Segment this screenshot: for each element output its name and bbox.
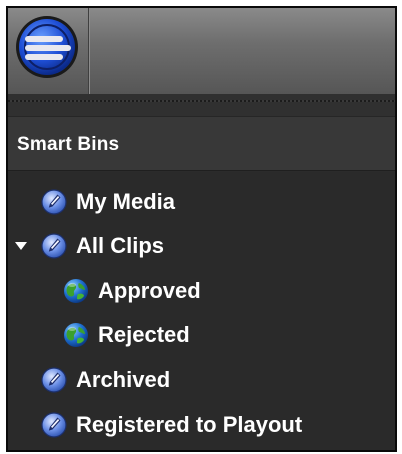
smart-bin-icon xyxy=(41,233,67,259)
globe-icon xyxy=(64,323,88,347)
divider-grip[interactable] xyxy=(8,100,395,102)
tree-item-label: Approved xyxy=(98,278,201,303)
tree-item-label: My Media xyxy=(76,189,176,214)
tree-item-archived[interactable]: Archived xyxy=(40,362,170,398)
smart-bin-icon xyxy=(41,412,67,438)
chevron-down-icon xyxy=(15,242,27,250)
app-logo-icon[interactable] xyxy=(14,14,80,80)
tree-item-approved[interactable]: Approved xyxy=(62,273,201,309)
smart-bins-tree: My Media All Clips Approved Rejected Arc… xyxy=(8,172,395,450)
disclosure-triangle-expanded[interactable] xyxy=(14,228,28,264)
tree-item-registered-to-playout[interactable]: Registered to Playout xyxy=(40,407,302,443)
globe-icon xyxy=(64,279,88,303)
smart-bin-icon xyxy=(41,189,67,215)
tree-item-rejected[interactable]: Rejected xyxy=(62,317,190,353)
tree-item-all-clips[interactable]: All Clips xyxy=(40,228,164,264)
tree-item-label: Archived xyxy=(76,367,171,392)
smart-bin-icon xyxy=(41,367,67,393)
section-header: Smart Bins xyxy=(8,116,395,171)
toolbar-separator xyxy=(88,8,89,94)
tree-item-label: Rejected xyxy=(98,322,190,347)
section-title: Smart Bins xyxy=(17,134,120,155)
tree-item-my-media[interactable]: My Media xyxy=(40,184,175,220)
tree-item-label: Registered to Playout xyxy=(76,412,303,437)
tree-item-label: All Clips xyxy=(76,233,165,258)
panel-divider xyxy=(8,94,395,116)
toolbar xyxy=(8,8,395,95)
media-browser-panel: Smart Bins My Media All Clips Approved R… xyxy=(6,6,397,452)
